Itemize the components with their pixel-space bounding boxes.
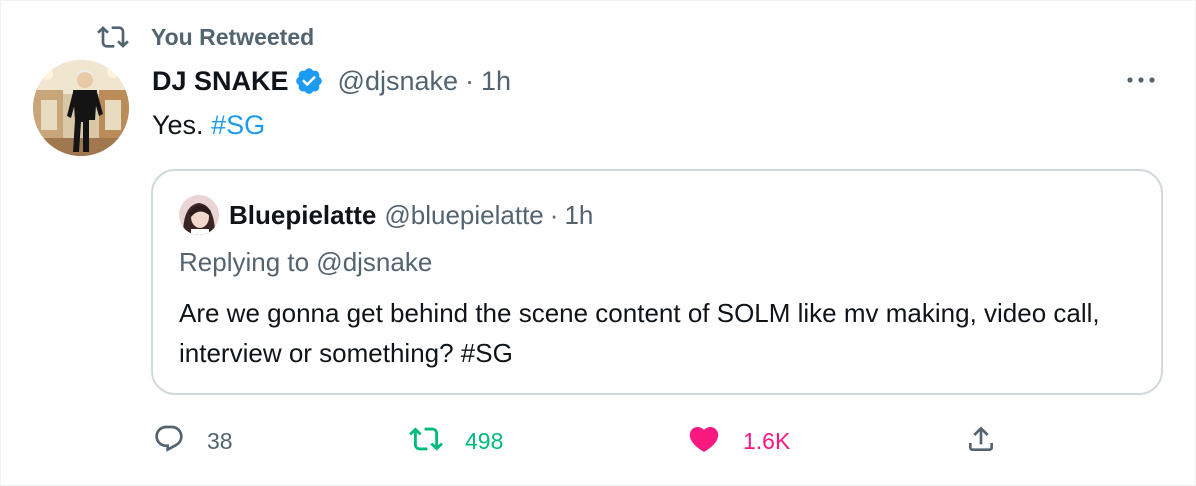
action-bar: 38 498 1.6K [151,421,1151,461]
tweet[interactable]: You Retweeted DJ SNAKE @djsnake · 1h Yes… [0,0,1196,486]
quoted-timestamp: 1h [564,199,594,230]
retweet-button[interactable]: 498 [409,421,503,461]
quoted-separator-dot: · [549,199,559,230]
separator-dot: · [465,65,475,96]
retweet-icon [96,20,130,54]
hashtag-link[interactable]: #SG [211,110,265,140]
social-context: You Retweeted [96,21,314,53]
author-display-name[interactable]: DJ SNAKE [152,66,289,97]
tweet-text: Yes. #SG [152,107,265,143]
quoted-tweet-text: Are we gonna get behind the scene conten… [179,298,1100,368]
author-handle[interactable]: @djsnake [338,66,458,97]
social-context-text: You Retweeted [151,23,315,50]
share-icon [965,423,997,460]
quoted-handle: @bluepielatte [384,199,544,230]
like-icon [687,422,721,461]
quoted-avatar [179,195,219,235]
retweet-icon [409,422,443,461]
reply-count: 38 [207,427,233,454]
share-button[interactable] [965,421,997,461]
quoted-tweet[interactable]: Bluepielatte @bluepielatte · 1h Replying… [151,169,1163,395]
tweet-text-body: Yes. [152,110,204,140]
avatar[interactable] [33,60,129,156]
like-count: 1.6K [743,427,791,454]
reply-icon [153,423,185,460]
quoted-display-name: Bluepielatte [229,199,377,230]
replying-to: Replying to @djsnake [179,247,433,277]
tweet-timestamp[interactable]: 1h [481,66,511,97]
retweet-count: 498 [465,427,504,454]
like-button[interactable]: 1.6K [687,421,790,461]
tweet-header: DJ SNAKE @djsnake · 1h [152,61,511,101]
more-icon[interactable] [1121,65,1161,95]
quoted-tweet-header: Bluepielatte @bluepielatte · 1h [179,195,593,235]
reply-button[interactable]: 38 [153,421,233,461]
verified-badge-icon [294,66,324,96]
